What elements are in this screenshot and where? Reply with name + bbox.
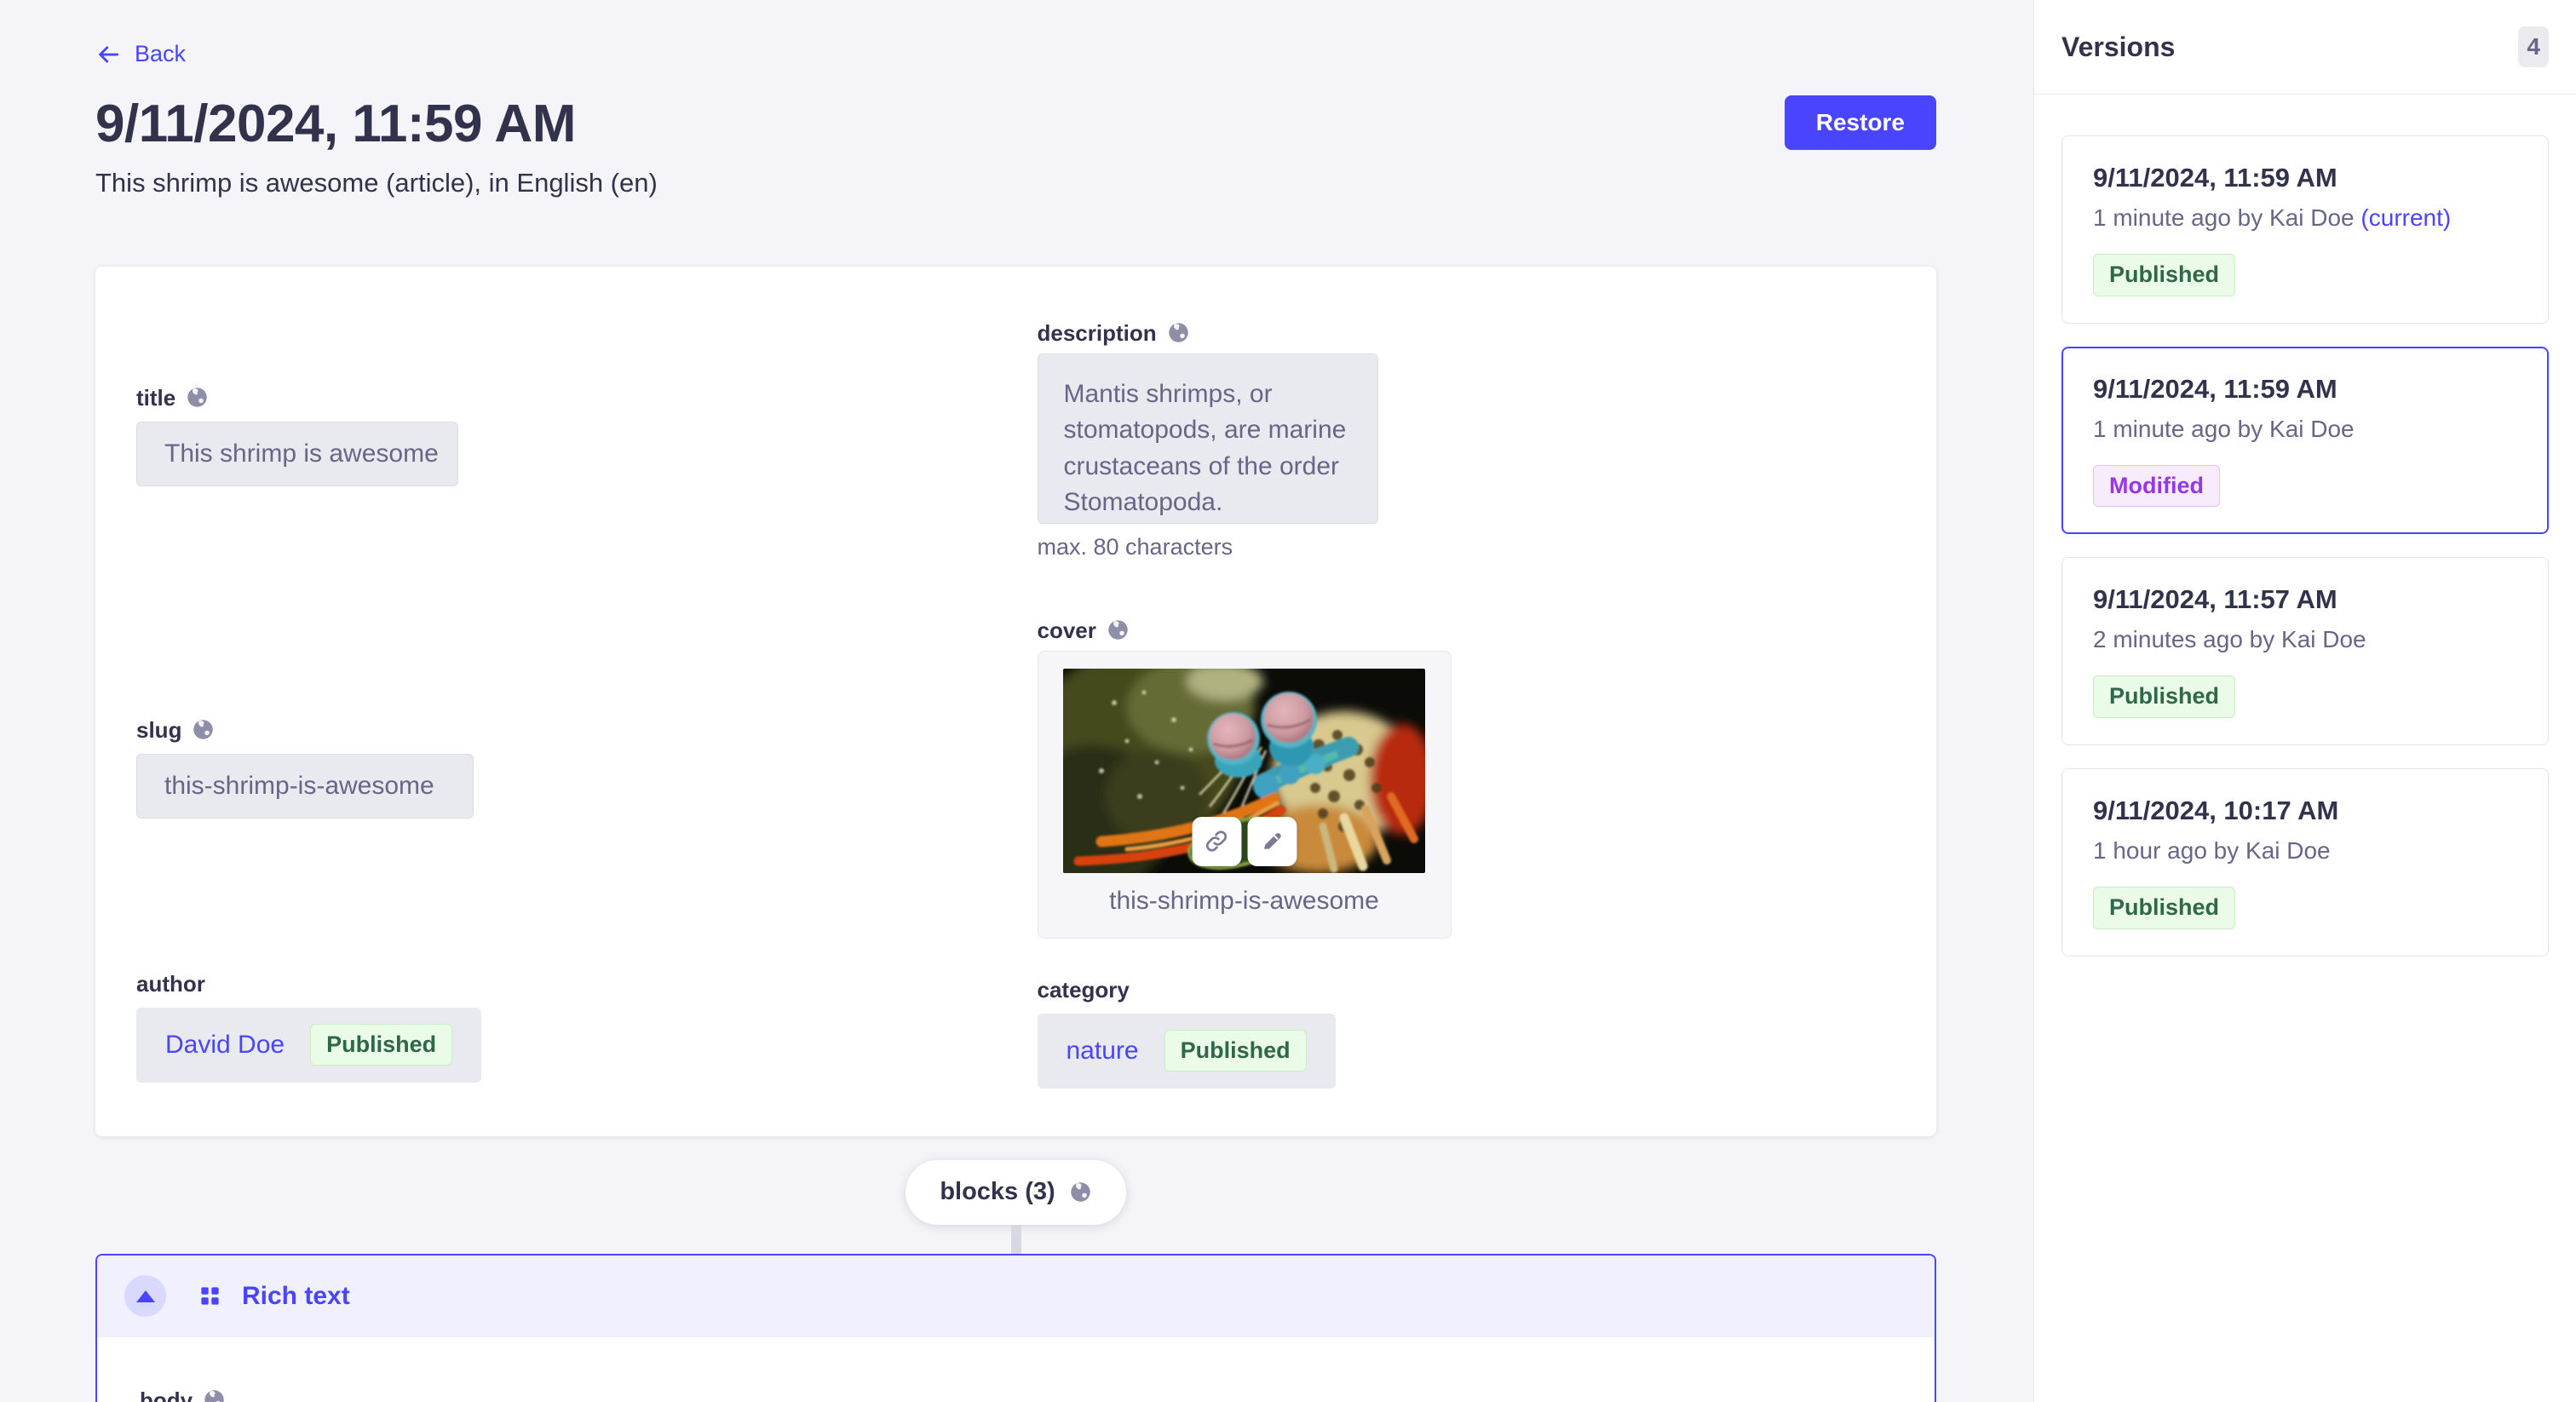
versions-sidebar: Versions 4 9/11/2024, 11:59 AM 1 minute … <box>2033 0 2576 1402</box>
arrow-left-icon <box>95 42 121 67</box>
earth-icon <box>1107 618 1130 641</box>
version-meta: 1 minute ago by Kai Doe (current) <box>2093 204 2517 232</box>
version-date: 9/11/2024, 10:17 AM <box>2093 796 2517 826</box>
title-field: title This shrimp is awesome <box>136 382 992 486</box>
version-list: 9/11/2024, 11:59 AM 1 minute ago by Kai … <box>2034 95 2576 997</box>
earth-icon <box>1069 1181 1092 1204</box>
version-date: 9/11/2024, 11:57 AM <box>2093 584 2517 615</box>
version-card[interactable]: 9/11/2024, 11:59 AM 1 minute ago by Kai … <box>2061 135 2549 324</box>
body-label-row: body <box>140 1385 1935 1402</box>
category-label-row: category <box>1038 974 1893 1005</box>
rich-text-block: Rich text body <box>95 1254 1936 1402</box>
version-meta: 2 minutes ago by Kai Doe <box>2093 626 2517 653</box>
description-textarea[interactable]: Mantis shrimps, or stomatopods, are mari… <box>1038 353 1378 524</box>
cover-media <box>1063 669 1425 873</box>
category-field: category nature Published <box>1038 974 1893 1089</box>
version-card[interactable]: 9/11/2024, 11:57 AM 2 minutes ago by Kai… <box>2061 557 2549 745</box>
cover-label: cover <box>1038 615 1096 646</box>
cover-actions <box>1192 817 1297 866</box>
category-label: category <box>1038 974 1130 1005</box>
slug-field: slug this-shrimp-is-awesome <box>136 715 992 819</box>
version-status-badge: Published <box>2093 887 2235 929</box>
version-status-badge: Published <box>2093 254 2235 296</box>
category-relation: nature Published <box>1038 1014 1336 1089</box>
blocks-label: blocks (3) <box>940 1178 1055 1206</box>
version-card[interactable]: 9/11/2024, 10:17 AM 1 hour ago by Kai Do… <box>2061 768 2549 957</box>
version-status-badge: Modified <box>2093 465 2220 508</box>
page: Back 9/11/2024, 11:59 AM Restore This sh… <box>0 0 2576 1402</box>
page-title: 9/11/2024, 11:59 AM <box>95 94 576 154</box>
version-meta: 1 minute ago by Kai Doe <box>2093 416 2517 443</box>
earth-icon <box>186 386 209 409</box>
rich-text-accordion-header[interactable]: Rich text <box>97 1255 1935 1337</box>
version-card[interactable]: 9/11/2024, 11:59 AM 1 minute ago by Kai … <box>2061 347 2549 535</box>
rich-text-body: body <box>97 1337 1935 1402</box>
author-field: author David Doe Published <box>136 968 992 1083</box>
header-row: 9/11/2024, 11:59 AM Restore <box>95 94 1936 154</box>
versions-header: Versions 4 <box>2034 0 2576 95</box>
cover-label-row: cover <box>1038 615 1893 646</box>
back-label: Back <box>135 41 186 67</box>
author-label: author <box>136 968 205 999</box>
blocks-pill: blocks (3) <box>906 1160 1125 1225</box>
description-label-row: description <box>1038 318 1893 348</box>
description-hint: max. 80 characters <box>1038 534 1893 560</box>
version-date: 9/11/2024, 11:59 AM <box>2093 163 2517 193</box>
author-link[interactable]: David Doe <box>165 1031 285 1060</box>
version-meta: 1 hour ago by Kai Doe <box>2093 837 2517 865</box>
block-connector <box>1011 1225 1021 1254</box>
description-field: description Mantis shrimps, or stomatopo… <box>1038 318 1893 560</box>
cover-field: cover <box>1038 615 1893 939</box>
left-column: title This shrimp is awesome slug this-s… <box>136 307 992 1089</box>
slug-input[interactable]: this-shrimp-is-awesome <box>136 754 474 819</box>
category-link[interactable]: nature <box>1067 1037 1139 1066</box>
versions-title: Versions <box>2061 32 2175 63</box>
current-version-link[interactable]: (current) <box>2360 204 2451 231</box>
triangle-up-icon <box>136 1290 155 1302</box>
rich-text-title: Rich text <box>242 1282 350 1311</box>
title-label: title <box>136 382 175 413</box>
collapse-toggle-button[interactable] <box>124 1275 166 1317</box>
pencil-icon <box>1259 828 1285 854</box>
right-column: description Mantis shrimps, or stomatopo… <box>1038 307 1893 1089</box>
main-content: Back 9/11/2024, 11:59 AM Restore This sh… <box>0 0 2033 1402</box>
cover-asset-card: this-shrimp-is-awesome <box>1038 651 1452 939</box>
title-label-row: title <box>136 382 992 413</box>
back-link[interactable]: Back <box>95 41 186 67</box>
earth-icon <box>203 1388 226 1402</box>
category-status-badge: Published <box>1164 1030 1307 1072</box>
author-label-row: author <box>136 968 992 999</box>
blocks-zone: blocks (3) <box>95 1160 1936 1254</box>
versions-count-badge: 4 <box>2518 26 2549 67</box>
author-status-badge: Published <box>310 1024 452 1066</box>
body-label: body <box>140 1385 193 1402</box>
version-date: 9/11/2024, 11:59 AM <box>2093 374 2517 405</box>
version-status-badge: Published <box>2093 675 2235 718</box>
title-input[interactable]: This shrimp is awesome <box>136 422 458 486</box>
slug-label-row: slug <box>136 715 992 745</box>
page-subtitle: This shrimp is awesome (article), in Eng… <box>95 168 1936 198</box>
author-relation: David Doe Published <box>136 1008 481 1083</box>
slug-label: slug <box>136 715 181 745</box>
restore-button[interactable]: Restore <box>1785 95 1936 150</box>
earth-icon <box>1167 321 1190 344</box>
grid-icon <box>198 1284 221 1307</box>
entry-fields-card: title This shrimp is awesome slug this-s… <box>95 267 1936 1136</box>
earth-icon <box>192 718 215 741</box>
link-icon <box>1204 828 1230 854</box>
cover-caption: this-shrimp-is-awesome <box>1038 887 1451 916</box>
copy-link-button[interactable] <box>1192 817 1241 866</box>
edit-asset-button[interactable] <box>1247 817 1297 866</box>
description-label: description <box>1038 318 1157 348</box>
